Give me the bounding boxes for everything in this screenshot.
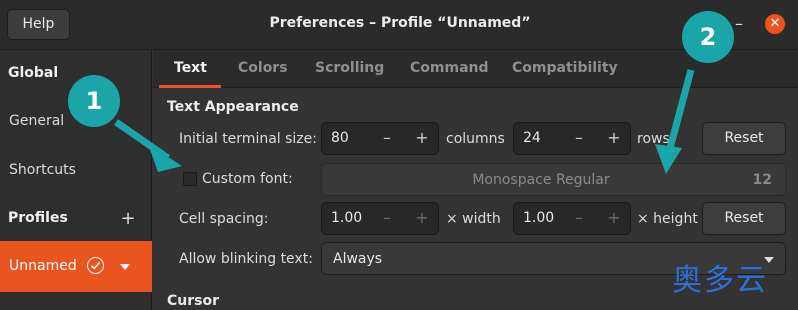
annotation-badge-1: 1 — [68, 75, 120, 127]
arrow-2-head — [655, 144, 682, 174]
arrow-2 — [665, 69, 695, 153]
watermark-logo: 奥多云 — [672, 263, 768, 298]
annotation-badge-2: 2 — [682, 11, 734, 63]
arrow-1-head — [148, 144, 182, 172]
